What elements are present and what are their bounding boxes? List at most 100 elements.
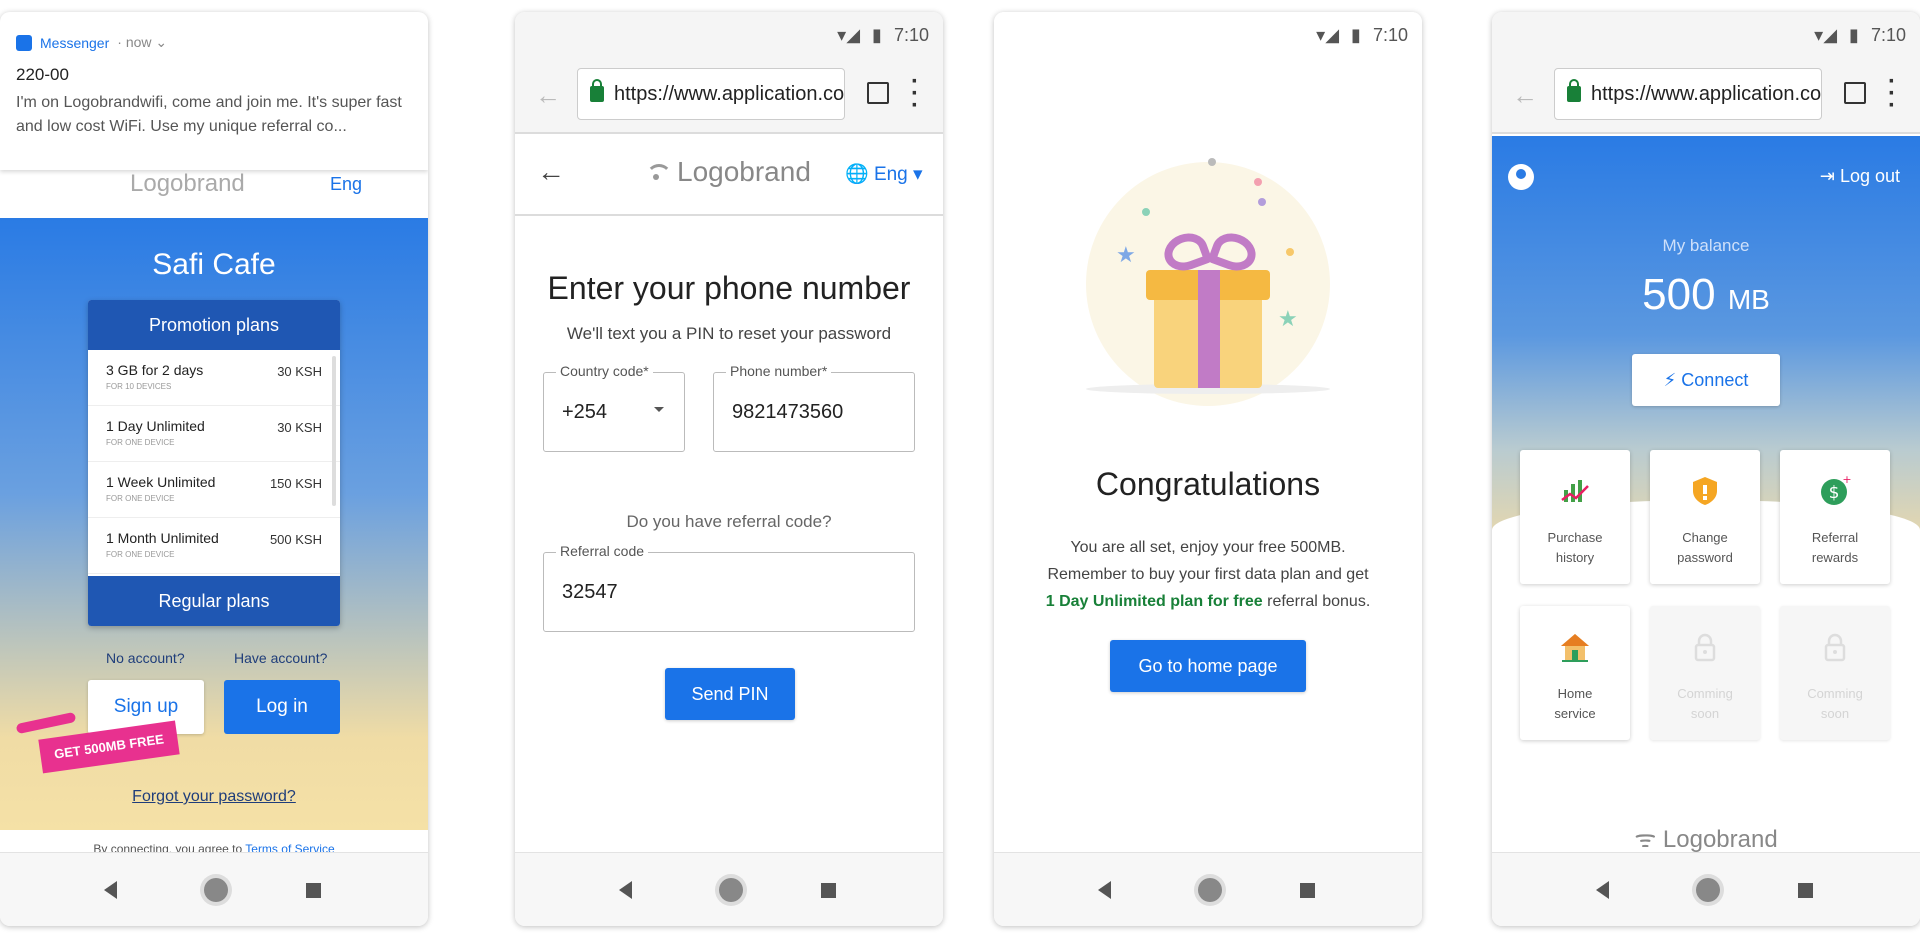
recent-apps-icon[interactable] — [1798, 883, 1813, 898]
back-icon[interactable] — [104, 881, 117, 899]
regular-plans-header[interactable]: Regular plans — [88, 576, 340, 626]
notification-app: Messenger — [40, 34, 110, 51]
log-out-label: Log out — [1839, 166, 1900, 186]
lock-icon — [1824, 633, 1846, 662]
tile-purchase-history[interactable]: Purchase history — [1520, 450, 1630, 584]
have-account-label: Have account? — [234, 650, 328, 666]
notification-card[interactable]: Messenger · now ⌄ 220-00 I'm on Logobran… — [0, 12, 428, 170]
clock: 7:10 — [1870, 25, 1906, 45]
back-arrow-icon[interactable]: ← — [537, 156, 565, 188]
language-label: Eng — [873, 164, 908, 185]
message-line-3-suffix: referral bonus. — [1267, 593, 1371, 610]
tile-coming-soon: Comming soon — [1780, 606, 1890, 740]
plan-item[interactable]: 3 GB for 2 days FOR 10 DEVICES 30 KSH — [88, 350, 340, 406]
log-out-button[interactable]: ⇥ Log out — [1820, 166, 1900, 187]
gift-ribbon — [1198, 270, 1220, 388]
logo: Logobrand — [130, 170, 245, 197]
phone-number-value: 9821473560 — [732, 401, 844, 423]
star-icon: ★ — [1116, 242, 1136, 267]
url-text: https://www.application.co — [1591, 82, 1822, 105]
home-icon[interactable] — [1696, 878, 1720, 902]
phone-number-field[interactable]: Phone number* 9821473560 — [713, 363, 915, 452]
confetti — [1142, 208, 1150, 216]
back-icon[interactable] — [1098, 881, 1111, 899]
connect-label: Connect — [1681, 370, 1749, 390]
shield-icon — [1693, 477, 1717, 505]
referral-code-label: Referral code — [556, 543, 649, 559]
browser-back-icon[interactable]: ← — [535, 80, 561, 111]
tile-change-password[interactable]: Change password — [1650, 450, 1760, 584]
scrollbar[interactable] — [332, 356, 336, 506]
recent-apps-icon[interactable] — [821, 883, 836, 898]
connect-button[interactable]: ⚡ Connect — [1632, 354, 1780, 406]
plan-sub: FOR ONE DEVICE — [106, 494, 175, 503]
language-selector[interactable]: 🌐 Eng ▾ — [845, 162, 923, 186]
balance-amount: 500 — [1642, 270, 1716, 319]
url-field[interactable]: https://www.application.co — [577, 68, 845, 120]
confetti — [1286, 248, 1294, 256]
referral-bonus-highlight: 1 Day Unlimited plan for free — [1045, 593, 1263, 610]
home-icon[interactable] — [719, 878, 743, 902]
recent-apps-icon[interactable] — [1300, 883, 1315, 898]
android-nav-bar — [1492, 852, 1920, 926]
go-home-button[interactable]: Go to home page — [1110, 640, 1306, 692]
balance-unit: MB — [1727, 284, 1770, 315]
tabs-icon[interactable] — [867, 82, 889, 104]
country-code-value: +254 — [562, 401, 608, 423]
clock: 7:10 — [1372, 25, 1408, 45]
phone-number-label: Phone number* — [726, 363, 832, 379]
svg-text:$: $ — [1829, 483, 1840, 503]
tile-label: Change password — [1677, 530, 1733, 565]
url-text: https://www.application.co — [614, 82, 845, 105]
notification-body: I'm on Logobrandwifi, come and join me. … — [16, 94, 402, 135]
back-icon[interactable] — [1596, 881, 1609, 899]
home-icon[interactable] — [1198, 878, 1222, 902]
home-icon[interactable] — [204, 878, 228, 902]
plan-item[interactable]: 1 Month Unlimited FOR ONE DEVICE 500 KSH — [88, 518, 340, 574]
logo-text: Logobrand — [677, 156, 811, 187]
country-code-label: Country code* — [556, 363, 653, 379]
wifi-icon — [643, 162, 672, 182]
referral-code-value: 32547 — [562, 581, 618, 603]
browser-toolbar: ← https://www.application.co · · · — [515, 58, 943, 134]
svg-text:+: + — [1842, 474, 1851, 486]
menu-icon[interactable]: · · · — [911, 70, 919, 118]
plan-item[interactable]: 1 Day Unlimited FOR ONE DEVICE 30 KSH — [88, 406, 340, 462]
tile-home-service[interactable]: Home service — [1520, 606, 1630, 740]
clock: 7:10 — [893, 25, 929, 45]
referral-code-field[interactable]: Referral code 32547 — [543, 543, 915, 632]
tile-referral-rewards[interactable]: $ + Referral rewards — [1780, 450, 1890, 584]
referral-question: Do you have referral code? — [626, 512, 832, 531]
country-code-select[interactable]: Country code* +254 — [543, 363, 685, 452]
chevron-down-icon — [654, 407, 664, 412]
android-nav-bar — [0, 852, 428, 926]
browser-back-icon[interactable]: ← — [1512, 80, 1538, 111]
recent-apps-icon[interactable] — [306, 883, 321, 898]
log-in-button[interactable]: Log in — [224, 680, 340, 734]
back-icon[interactable] — [619, 881, 632, 899]
battery-icon: ▮ — [1351, 25, 1361, 45]
plan-price: 150 KSH — [269, 476, 322, 491]
tabs-icon[interactable] — [1844, 82, 1866, 104]
plan-item[interactable]: 1 Week Unlimited FOR ONE DEVICE 150 KSH — [88, 462, 340, 518]
url-field[interactable]: https://www.application.co — [1554, 68, 1822, 120]
promo-stripe — [15, 711, 77, 735]
profile-icon[interactable] — [1508, 164, 1534, 190]
plan-sub: FOR 10 DEVICES — [106, 382, 172, 391]
menu-icon[interactable]: · · · — [1888, 70, 1896, 118]
status-bar: ▾◢ ▮ 7:10 — [515, 12, 943, 58]
promotion-plans-header[interactable]: Promotion plans — [88, 300, 340, 350]
send-pin-button[interactable]: Send PIN — [665, 668, 795, 720]
wifi-icon: ᯤ — [1634, 826, 1657, 853]
android-nav-bar — [515, 852, 943, 926]
tile-label: Home service — [1554, 686, 1596, 721]
venue-name: Safi Cafe — [152, 248, 276, 281]
app-header: Logobrand Eng — [0, 162, 428, 218]
language-selector[interactable]: Eng — [330, 174, 362, 195]
phone-screen-dashboard: ▾◢ ▮ 7:10 ← https://www.application.co ·… — [1492, 12, 1920, 926]
congrats-message: You are all set, enjoy your free 500MB. … — [994, 534, 1422, 615]
forgot-password-link[interactable]: Forgot your password? — [0, 788, 428, 806]
page-title: Enter your phone number — [547, 270, 911, 306]
message-line-2: Remember to buy your first data plan and… — [1047, 566, 1369, 583]
phone-screen-login: Messenger · now ⌄ 220-00 I'm on Logobran… — [0, 12, 428, 926]
